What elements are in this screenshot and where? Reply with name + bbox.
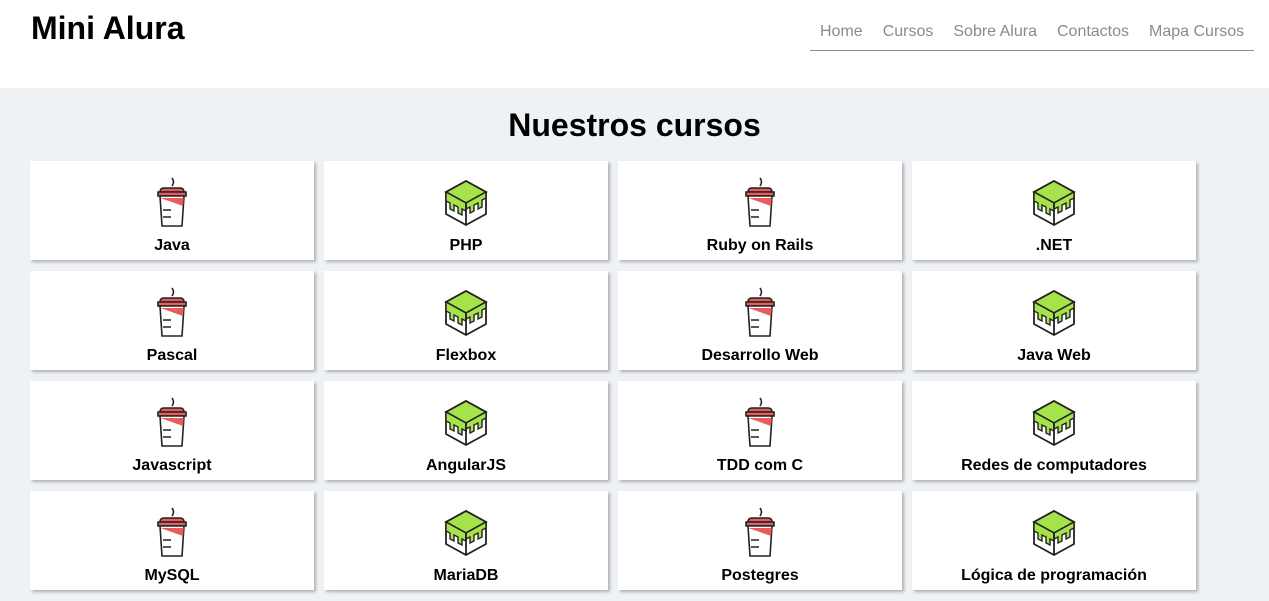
green-cube-icon [1031,175,1077,231]
course-card[interactable]: AngularJS [324,381,608,480]
brand-logo[interactable]: Mini Alura [31,10,184,47]
coffee-cup-icon [149,505,195,561]
green-cube-icon [1031,285,1077,341]
coffee-cup-icon [149,285,195,341]
course-name: Java [154,237,190,254]
nav-cursos[interactable]: Cursos [883,17,934,51]
coffee-cup-icon [737,285,783,341]
course-card[interactable]: Ruby on Rails [618,161,902,260]
course-name: Postegres [721,567,799,584]
nav-home[interactable]: Home [820,17,863,51]
site-header: Mini Alura Home Cursos Sobre Alura Conta… [0,0,1269,88]
course-card[interactable]: .NET [912,161,1196,260]
course-name: Redes de computadores [961,457,1147,474]
courses-section: Nuestros cursos Java PHP Ruby on Rails .… [0,88,1269,601]
course-card[interactable]: MariaDB [324,491,608,590]
course-name: Javascript [132,457,212,474]
course-card[interactable]: Pascal [30,271,314,370]
course-name: .NET [1035,237,1073,254]
coffee-cup-icon [737,175,783,231]
nav-sobre-alura[interactable]: Sobre Alura [953,17,1037,51]
course-card[interactable]: Flexbox [324,271,608,370]
course-name: Pascal [146,347,198,364]
course-name: Java Web [1017,347,1091,364]
course-card[interactable]: Java [30,161,314,260]
main-nav: Home Cursos Sobre Alura Contactos Mapa C… [810,17,1254,51]
green-cube-icon [443,285,489,341]
course-card[interactable]: Lógica de programación [912,491,1196,590]
green-cube-icon [1031,505,1077,561]
course-name: Flexbox [435,347,497,364]
course-name: Desarrollo Web [701,347,819,364]
course-name: MySQL [144,567,200,584]
green-cube-icon [443,395,489,451]
coffee-cup-icon [149,175,195,231]
course-name: MariaDB [433,567,499,584]
course-name: Ruby on Rails [706,237,814,254]
course-card[interactable]: Redes de computadores [912,381,1196,480]
coffee-cup-icon [737,395,783,451]
course-card[interactable]: Postegres [618,491,902,590]
course-name: TDD com C [716,457,804,474]
course-card[interactable]: PHP [324,161,608,260]
course-name: Lógica de programación [961,567,1147,584]
green-cube-icon [443,505,489,561]
course-grid: Java PHP Ruby on Rails .NET Pascal Flexb… [30,161,1196,590]
course-card[interactable]: Desarrollo Web [618,271,902,370]
course-name: PHP [449,237,483,254]
course-card[interactable]: MySQL [30,491,314,590]
coffee-cup-icon [737,505,783,561]
green-cube-icon [443,175,489,231]
nav-mapa-cursos[interactable]: Mapa Cursos [1149,17,1244,51]
course-name: AngularJS [425,457,506,474]
coffee-cup-icon [149,395,195,451]
course-card[interactable]: Javascript [30,381,314,480]
course-card[interactable]: TDD com C [618,381,902,480]
nav-contactos[interactable]: Contactos [1057,17,1129,51]
course-card[interactable]: Java Web [912,271,1196,370]
page-title: Nuestros cursos [508,107,761,143]
green-cube-icon [1031,395,1077,451]
